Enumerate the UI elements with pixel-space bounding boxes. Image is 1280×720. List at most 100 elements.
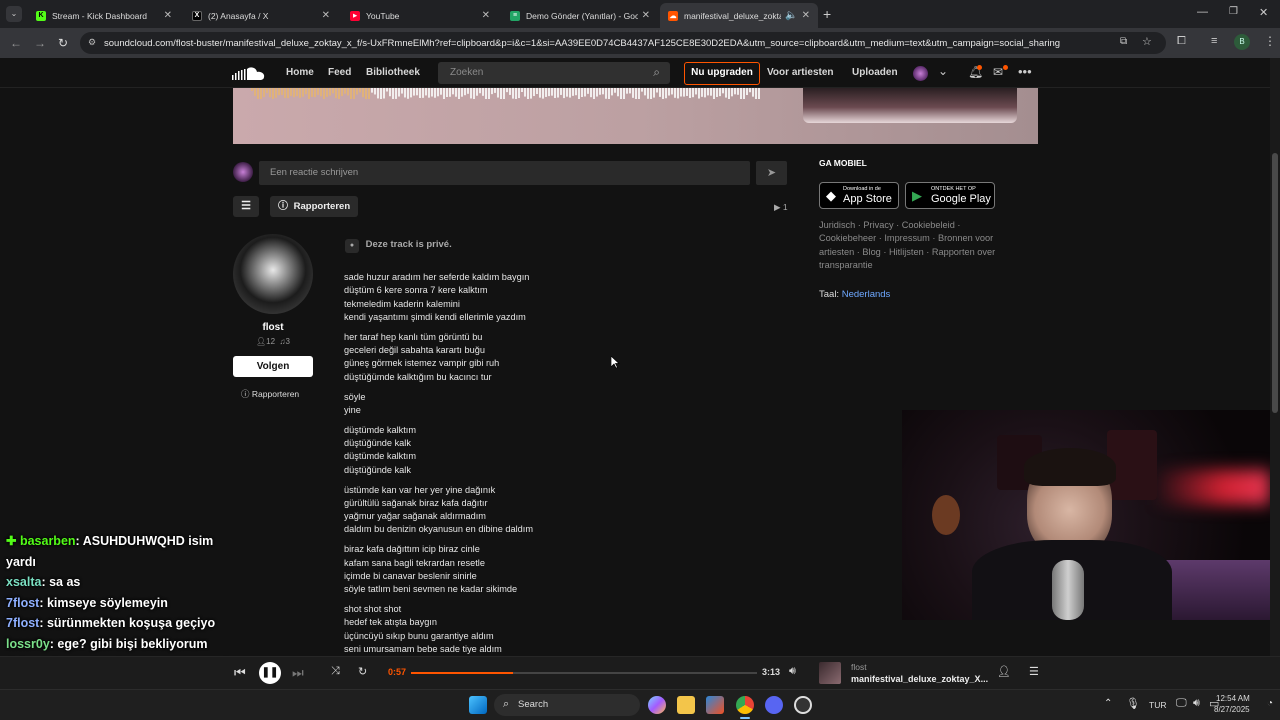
waveform-bar[interactable] bbox=[587, 88, 589, 94]
waveform-bar[interactable] bbox=[464, 88, 466, 96]
waveform-bar[interactable] bbox=[704, 88, 706, 98]
progress-track[interactable] bbox=[411, 672, 757, 674]
microsoft-store-icon[interactable] bbox=[706, 696, 724, 714]
waveform-bar[interactable] bbox=[605, 88, 607, 99]
waveform-bar[interactable] bbox=[428, 88, 430, 98]
waveform-bar[interactable] bbox=[533, 88, 535, 97]
waveform-bar[interactable] bbox=[671, 88, 673, 95]
waveform-bar[interactable] bbox=[365, 88, 367, 99]
waveform-bar[interactable] bbox=[341, 88, 343, 97]
waveform-bar[interactable] bbox=[251, 88, 253, 91]
waveform-bar[interactable] bbox=[287, 88, 289, 99]
waveform-bar[interactable] bbox=[689, 88, 691, 98]
waveform-bar[interactable] bbox=[737, 88, 739, 95]
waveform-bar[interactable] bbox=[632, 88, 634, 98]
waveform-bar[interactable] bbox=[368, 88, 370, 99]
waveform-bar[interactable] bbox=[500, 88, 502, 99]
waveform-bar[interactable] bbox=[386, 88, 388, 92]
tab-google-forms[interactable]: ≡ Demo Gönder (Yanıtlar) - Goog ✕ bbox=[502, 3, 658, 28]
waveform-bar[interactable] bbox=[281, 88, 283, 95]
waveform-bar[interactable] bbox=[665, 88, 667, 99]
waveform-bar[interactable] bbox=[617, 88, 619, 97]
tab-kick-dashboard[interactable]: K Stream - Kick Dashboard ✕ bbox=[28, 3, 180, 28]
waveform-bar[interactable] bbox=[410, 88, 412, 98]
url-bar[interactable]: ⚙ soundcloud.com/flost-buster/manifestiv… bbox=[80, 32, 1166, 54]
clock-time[interactable]: 12:54 AM bbox=[1216, 694, 1250, 703]
volume-icon[interactable]: 🔊︎ bbox=[1193, 697, 1200, 710]
waveform-bar[interactable] bbox=[608, 88, 610, 99]
waveform-bar[interactable] bbox=[446, 88, 448, 97]
waveform-bar[interactable] bbox=[389, 88, 391, 97]
waveform-bar[interactable] bbox=[602, 88, 604, 95]
waveform-bar[interactable] bbox=[314, 88, 316, 98]
waveform-bar[interactable] bbox=[482, 88, 484, 96]
nav-library[interactable]: Bibliotheek bbox=[366, 67, 420, 78]
waveform-bar[interactable] bbox=[719, 88, 721, 97]
waveform-bar[interactable] bbox=[458, 88, 460, 99]
waveform-bar[interactable] bbox=[305, 88, 307, 95]
waveform-bar[interactable] bbox=[755, 88, 757, 99]
waveform-bar[interactable] bbox=[572, 88, 574, 96]
waveform-bar[interactable] bbox=[266, 88, 268, 94]
language-link[interactable]: Nederlands bbox=[842, 289, 891, 300]
tab-soundcloud[interactable]: ☁ manifestival_deluxe_zoktay 🔈 ✕ bbox=[660, 3, 818, 28]
forward-icon[interactable]: → bbox=[34, 36, 46, 50]
waveform-bar[interactable] bbox=[593, 88, 595, 99]
waveform-bar[interactable] bbox=[548, 88, 550, 97]
restore-icon[interactable]: ❐ bbox=[1229, 6, 1238, 17]
footer-links[interactable]: Juridisch · Privacy · Cookiebeleid · Coo… bbox=[819, 219, 1019, 272]
waveform-bar[interactable] bbox=[437, 88, 439, 97]
close-window-icon[interactable]: ✕ bbox=[1259, 6, 1268, 19]
waveform-bar[interactable] bbox=[683, 88, 685, 97]
waveform-bar[interactable] bbox=[491, 88, 493, 95]
waveform-bar[interactable] bbox=[647, 88, 649, 99]
notification-center-icon[interactable]: ◔ bbox=[1267, 698, 1273, 709]
waveform-bar[interactable] bbox=[503, 88, 505, 99]
waveform-bar[interactable] bbox=[506, 88, 508, 93]
close-icon[interactable]: ✕ bbox=[482, 10, 490, 21]
waveform-bar[interactable] bbox=[578, 88, 580, 99]
waveform-bar[interactable] bbox=[443, 88, 445, 99]
waveform-bar[interactable] bbox=[377, 88, 379, 99]
waveform-bar[interactable] bbox=[638, 88, 640, 99]
waveform-bar[interactable] bbox=[731, 88, 733, 97]
waveform-bar[interactable] bbox=[668, 88, 670, 96]
waveform-bar[interactable] bbox=[716, 88, 718, 97]
waveform-bar[interactable] bbox=[746, 88, 748, 96]
waveform-bar[interactable] bbox=[329, 88, 331, 96]
comment-input[interactable]: Een reactie schrijven bbox=[259, 161, 750, 185]
waveform-bar[interactable] bbox=[404, 88, 406, 98]
waveform-bar[interactable] bbox=[398, 88, 400, 97]
soundcloud-logo-icon[interactable] bbox=[232, 66, 266, 82]
waveform-bar[interactable] bbox=[686, 88, 688, 96]
waveform-bar[interactable] bbox=[326, 88, 328, 97]
waveform-bar[interactable] bbox=[467, 88, 469, 94]
previous-track-icon[interactable]: ⏮ bbox=[234, 665, 246, 681]
report-artist-button[interactable]: ⓘ Rapporteren bbox=[241, 388, 299, 400]
nav-feed[interactable]: Feed bbox=[328, 67, 351, 78]
waveform-bar[interactable] bbox=[461, 88, 463, 97]
waveform-bar[interactable] bbox=[497, 88, 499, 98]
waveform-bar[interactable] bbox=[371, 88, 373, 93]
waveform-bar[interactable] bbox=[752, 88, 754, 97]
waveform-bar[interactable] bbox=[347, 88, 349, 96]
waveform-bar[interactable] bbox=[284, 88, 286, 98]
tab-youtube[interactable]: ▶ YouTube ✕ bbox=[342, 3, 498, 28]
microphone-icon[interactable]: 🎙︎ bbox=[1126, 697, 1140, 710]
waveform-bar[interactable] bbox=[710, 88, 712, 96]
waveform-bar[interactable] bbox=[479, 88, 481, 94]
waveform-bar[interactable] bbox=[434, 88, 436, 98]
waveform-bar[interactable] bbox=[515, 88, 517, 99]
waveform-bar[interactable] bbox=[395, 88, 397, 99]
extensions-icon[interactable]: ⧠ bbox=[1177, 35, 1186, 48]
nav-home[interactable]: Home bbox=[286, 67, 314, 78]
waveform-bar[interactable] bbox=[692, 88, 694, 98]
follow-artist-icon[interactable]: 👤︎ bbox=[997, 665, 1011, 678]
waveform-bar[interactable] bbox=[575, 88, 577, 96]
waveform-bar[interactable] bbox=[353, 88, 355, 99]
browser-menu-icon[interactable]: ⋮ bbox=[1264, 34, 1276, 48]
tracks-count[interactable]: 3 bbox=[286, 337, 290, 346]
waveform-bar[interactable] bbox=[530, 88, 532, 99]
waveform-bar[interactable] bbox=[584, 88, 586, 97]
waveform-bar[interactable] bbox=[590, 88, 592, 98]
